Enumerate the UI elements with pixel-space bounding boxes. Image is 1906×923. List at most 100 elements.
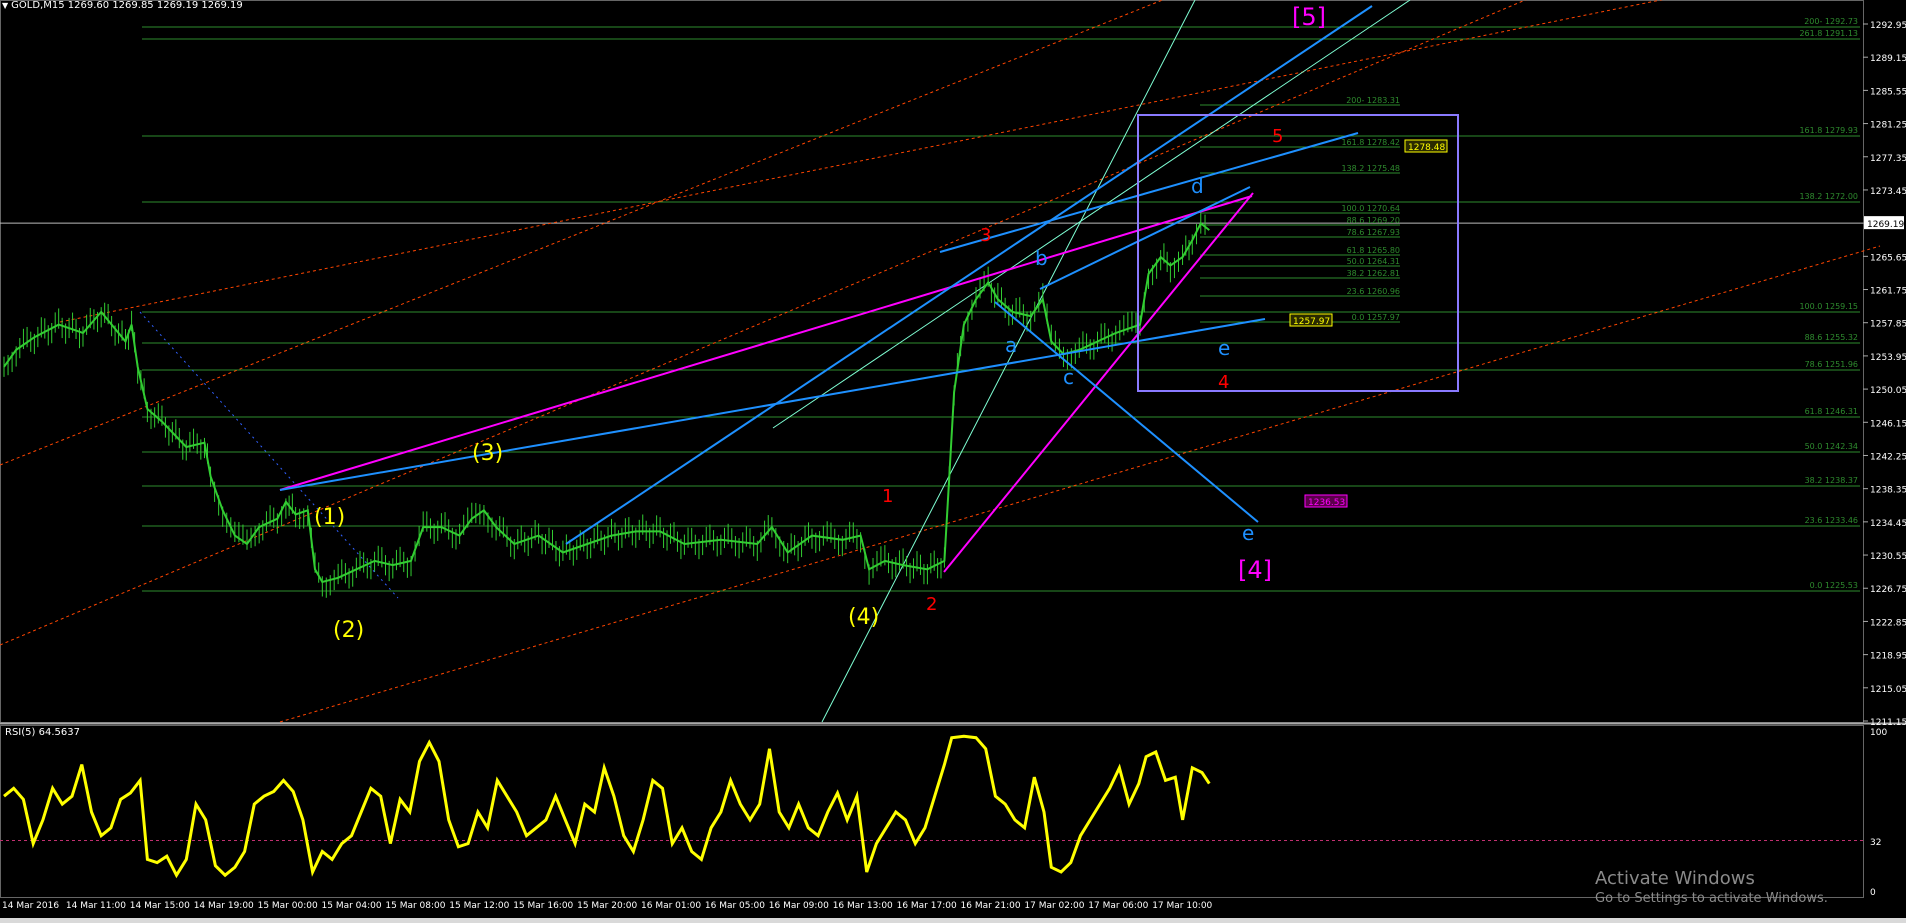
channel-line — [0, 0, 1164, 466]
x-tick-label: 16 Mar 09:00 — [769, 901, 829, 911]
wave-label: (4) — [848, 605, 879, 630]
x-tick-label: 17 Mar 10:00 — [1152, 901, 1212, 911]
x-tick-label: 14 Mar 15:00 — [130, 901, 190, 911]
wave-label: 4 — [1218, 372, 1229, 393]
fib-label: 200- 1292.73 — [1804, 17, 1858, 26]
channel-line — [279, 245, 1881, 723]
x-tick-label: 14 Mar 19:00 — [194, 901, 254, 911]
price-tag: 1278.48 — [1408, 143, 1445, 153]
fib-box-label: 61.8 1265.80 — [1347, 246, 1400, 255]
fib-label: 88.6 1255.32 — [1805, 333, 1858, 342]
wave-label: 5 — [1272, 126, 1283, 147]
fib-box-label: 88.6 1269.20 — [1347, 216, 1400, 225]
y-tick-label: 1226.75 — [1870, 585, 1906, 595]
fib-box-label: 50.0 1264.31 — [1347, 257, 1400, 266]
rsi-header: RSI(5) 64.5637 — [5, 727, 80, 738]
y-tick-label: 1261.75 — [1870, 287, 1906, 297]
wave-label: d — [1191, 174, 1204, 198]
fib-box-label: 200- 1283.31 — [1346, 96, 1400, 105]
x-tick-label: 15 Mar 16:00 — [513, 901, 573, 911]
y-tick-label: 1285.55 — [1870, 87, 1906, 97]
y-tick-label: 1265.65 — [1870, 253, 1906, 263]
fib-label: 161.8 1279.93 — [1799, 126, 1858, 135]
y-tick-label: 1292.95 — [1870, 21, 1906, 31]
x-tick-label: 17 Mar 02:00 — [1024, 901, 1084, 911]
blue-trendline-e — [994, 301, 1259, 523]
y-tick-label: 1242.25 — [1870, 452, 1906, 462]
fib-box-label: 138.2 1275.48 — [1341, 164, 1400, 173]
y-tick-label: 1215.05 — [1870, 685, 1906, 695]
fib-box-label: 0.0 1257.97 — [1352, 313, 1400, 322]
wave-label: a — [1005, 333, 1017, 357]
taskbar-strip — [0, 918, 1906, 923]
activate-windows-watermark: Activate Windows Go to Settings to activ… — [1595, 868, 1828, 906]
x-tick-label: 15 Mar 08:00 — [385, 901, 445, 911]
rsi-level-label: 100 — [1870, 728, 1887, 738]
y-tick-label: 1218.95 — [1870, 652, 1906, 662]
wave-label: [4] — [1238, 556, 1272, 584]
x-tick-label: 15 Mar 12:00 — [449, 901, 509, 911]
y-tick-label: 1230.55 — [1870, 552, 1906, 562]
x-tick-label: 15 Mar 20:00 — [577, 901, 637, 911]
y-tick-label: 1250.05 — [1870, 386, 1906, 396]
y-tick-label: 1253.95 — [1870, 353, 1906, 363]
current-price-label: 1269.19 — [1867, 220, 1904, 230]
x-tick-label: 17 Mar 06:00 — [1088, 901, 1148, 911]
blue-trendline — [939, 132, 1359, 253]
price-chart[interactable]: 1292.95 1289.15 1285.55 1281.25 1277.35 1273.… — [0, 0, 1906, 918]
wave-label: 2 — [926, 594, 937, 615]
price-path — [3, 221, 1210, 584]
wave-label: 3 — [980, 225, 991, 246]
x-tick-label: 16 Mar 13:00 — [833, 901, 893, 911]
x-tick-label: 15 Mar 00:00 — [258, 901, 318, 911]
y-tick-label: 1277.35 — [1870, 154, 1906, 164]
price-tag: 1236.53 — [1308, 498, 1345, 508]
fib-label: 50.0 1242.34 — [1805, 442, 1858, 451]
channel-line — [59, 0, 1664, 323]
fib-label: 38.2 1238.37 — [1805, 476, 1858, 485]
price-tag: 1257.97 — [1293, 317, 1330, 327]
y-tick-label: 1257.85 — [1870, 320, 1906, 330]
fib-box-label: 161.8 1278.42 — [1341, 138, 1400, 147]
wave-label: (3) — [472, 441, 503, 466]
x-tick-label: 16 Mar 01:00 — [641, 901, 701, 911]
rsi-level-label: 32 — [1870, 838, 1881, 848]
fib-label: 261.8 1291.13 — [1799, 29, 1858, 38]
x-tick-label: 14 Mar 2016 — [2, 901, 59, 911]
y-tick-label: 1238.35 — [1870, 486, 1906, 496]
fib-box-label: 38.2 1262.81 — [1347, 269, 1400, 278]
wave-label: [5] — [1292, 3, 1326, 31]
x-tick-label: 15 Mar 04:00 — [322, 901, 382, 911]
fib-box-label: 23.6 1260.96 — [1347, 287, 1400, 296]
rsi-level-label: 0 — [1870, 888, 1876, 898]
fib-label: 138.2 1272.00 — [1799, 192, 1858, 201]
blue-dotted-line — [139, 311, 399, 599]
wave-label: b — [1035, 246, 1048, 270]
y-tick-label: 1246.15 — [1870, 419, 1906, 429]
x-tick-label: 14 Mar 11:00 — [66, 901, 126, 911]
rsi-panel-frame — [0, 725, 1864, 898]
cyan-channel-line — [772, 0, 1411, 429]
x-tick-label: 16 Mar 21:00 — [961, 901, 1021, 911]
wave-label: e — [1218, 336, 1230, 360]
y-tick-label: 1222.85 — [1870, 618, 1906, 628]
fib-label: 23.6 1233.46 — [1805, 516, 1858, 525]
wave-label: (2) — [333, 618, 364, 643]
y-tick-label: 1281.25 — [1870, 121, 1906, 131]
watermark-line2: Go to Settings to activate Windows. — [1595, 891, 1828, 906]
magenta-trendline-lower — [943, 192, 1254, 573]
wave-label: (1) — [314, 505, 345, 530]
blue-trendline — [565, 5, 1373, 545]
wave-label: c — [1063, 365, 1074, 389]
y-tick-label: 1273.45 — [1870, 187, 1906, 197]
fib-label: 78.6 1251.96 — [1805, 360, 1858, 369]
fib-label: 0.0 1225.53 — [1810, 581, 1858, 590]
watermark-line1: Activate Windows — [1595, 868, 1755, 889]
x-tick-label: 16 Mar 05:00 — [705, 901, 765, 911]
fib-label: 61.8 1246.31 — [1805, 407, 1858, 416]
rsi-line — [3, 734, 1211, 879]
fib-box-label: 100.0 1270.64 — [1341, 204, 1400, 213]
fib-label: 100.0 1259.15 — [1799, 302, 1858, 311]
wave-label: 1 — [882, 486, 893, 507]
y-tick-label: 1234.45 — [1870, 519, 1906, 529]
